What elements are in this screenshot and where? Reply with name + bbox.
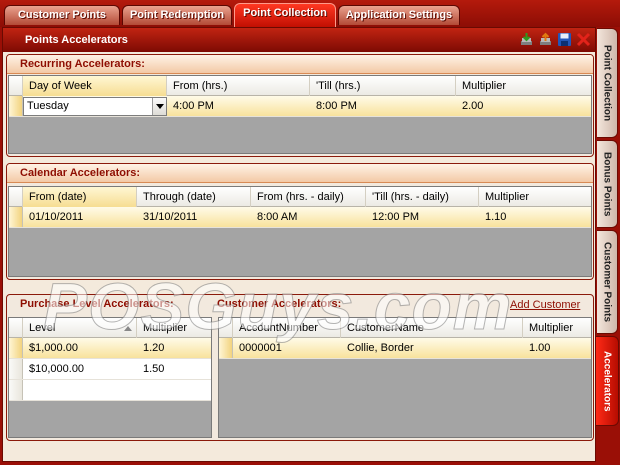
- side-tab-label: Accelerators: [601, 350, 613, 412]
- delete-icon[interactable]: [575, 31, 592, 48]
- calendar-accelerators-section: Calendar Accelerators: From (date) Throu…: [6, 163, 594, 280]
- sort-ascending-icon: [124, 318, 132, 338]
- row-header-corner: [9, 187, 23, 207]
- col-till-hrs-daily[interactable]: 'Till (hrs. - daily): [366, 187, 479, 207]
- panel-header: Points Accelerators: [3, 28, 595, 52]
- from-date-cell[interactable]: 01/10/2011: [23, 207, 137, 228]
- col-from-hrs[interactable]: From (hrs.): [167, 76, 310, 96]
- recurring-grid: Day of Week From (hrs.) 'Till (hrs.) Mul…: [8, 75, 592, 154]
- customer-grid-header: AccountNumber CustomerName Multiplier: [219, 318, 591, 338]
- table-row[interactable]: $1,000.00 1.20: [9, 338, 211, 359]
- row-header-corner: [219, 318, 233, 338]
- side-tab-point-collection[interactable]: Point Collection: [597, 28, 618, 138]
- save-icon[interactable]: [556, 31, 573, 48]
- row-selector[interactable]: [9, 96, 23, 116]
- side-tab-label: Bonus Points: [601, 151, 613, 217]
- col-multiplier[interactable]: Multiplier: [137, 318, 211, 338]
- from-hrs-cell[interactable]: 4:00 PM: [167, 96, 310, 117]
- new-row[interactable]: [9, 380, 211, 401]
- top-tab-bar: Customer Points Point Redemption Point C…: [0, 0, 620, 27]
- side-tab-label: Point Collection: [601, 44, 613, 122]
- level-cell[interactable]: $1,000.00: [23, 338, 137, 359]
- purchase-grid: Level Multiplier $1,000.00 1.20 $10,000.…: [8, 317, 212, 438]
- multiplier-cell[interactable]: 1.50: [137, 359, 211, 380]
- row-selector[interactable]: [219, 338, 233, 358]
- recurring-grid-header: Day of Week From (hrs.) 'Till (hrs.) Mul…: [9, 76, 591, 96]
- customer-grid: AccountNumber CustomerName Multiplier 00…: [218, 317, 592, 438]
- col-till-hrs[interactable]: 'Till (hrs.): [310, 76, 456, 96]
- col-from-date[interactable]: From (date): [23, 187, 137, 207]
- recurring-accelerators-title: Recurring Accelerators:: [7, 55, 593, 74]
- day-of-week-dropdown[interactable]: Tuesday: [23, 97, 167, 116]
- col-level-label: Level: [29, 322, 56, 334]
- row-selector[interactable]: [9, 380, 23, 400]
- calendar-grid: From (date) Through (date) From (hrs. - …: [8, 186, 592, 277]
- row-selector[interactable]: [9, 207, 23, 227]
- tab-point-redemption[interactable]: Point Redemption: [122, 5, 232, 25]
- side-tab-customer-points[interactable]: Customer Points: [597, 230, 618, 334]
- tab-point-collection[interactable]: Point Collection: [234, 3, 336, 27]
- row-selector[interactable]: [9, 338, 23, 358]
- day-of-week-value: Tuesday: [27, 100, 69, 112]
- col-level[interactable]: Level: [23, 318, 137, 338]
- col-multiplier[interactable]: Multiplier: [523, 318, 591, 338]
- import-icon[interactable]: [518, 31, 535, 48]
- lower-accelerators-section: Purchase Level Accelerators: Customer Ac…: [6, 294, 594, 441]
- customer-name-cell[interactable]: Collie, Border: [341, 338, 523, 359]
- table-row[interactable]: Tuesday 4:00 PM 8:00 PM 2.00: [9, 96, 591, 117]
- col-multiplier[interactable]: Multiplier: [456, 76, 591, 96]
- col-through-date[interactable]: Through (date): [137, 187, 251, 207]
- tab-application-settings[interactable]: Application Settings: [338, 5, 460, 25]
- col-customer-name[interactable]: CustomerName: [341, 318, 523, 338]
- table-row[interactable]: 01/10/2011 31/10/2011 8:00 AM 12:00 PM 1…: [9, 207, 591, 228]
- level-cell[interactable]: $10,000.00: [23, 359, 137, 380]
- till-hrs-cell[interactable]: 8:00 PM: [310, 96, 456, 117]
- side-tab-label: Customer Points: [601, 241, 613, 322]
- table-row[interactable]: 0000001 Collie, Border 1.00: [219, 338, 591, 359]
- till-hrs-daily-cell[interactable]: 12:00 PM: [366, 207, 479, 228]
- col-from-hrs-daily[interactable]: From (hrs. - daily): [251, 187, 366, 207]
- through-date-cell[interactable]: 31/10/2011: [137, 207, 251, 228]
- purchase-accelerators-title: Purchase Level Accelerators:: [20, 298, 174, 310]
- calendar-accelerators-title: Calendar Accelerators:: [7, 164, 593, 183]
- recurring-accelerators-section: Recurring Accelerators: Day of Week From…: [6, 54, 594, 157]
- row-selector[interactable]: [9, 359, 23, 379]
- table-row[interactable]: $10,000.00 1.50: [9, 359, 211, 380]
- multiplier-cell[interactable]: 1.20: [137, 338, 211, 359]
- account-number-cell[interactable]: 0000001: [233, 338, 341, 359]
- multiplier-cell[interactable]: 1.10: [479, 207, 591, 228]
- accelerators-panel: Points Accelerators Recurring Accelerato…: [2, 27, 596, 462]
- side-tab-bonus-points[interactable]: Bonus Points: [597, 140, 618, 228]
- row-header-corner: [9, 76, 23, 96]
- col-day-of-week[interactable]: Day of Week: [23, 76, 167, 96]
- from-hrs-daily-cell[interactable]: 8:00 AM: [251, 207, 366, 228]
- row-header-corner: [9, 318, 23, 338]
- side-tab-accelerators[interactable]: Accelerators: [596, 336, 619, 426]
- col-multiplier[interactable]: Multiplier: [479, 187, 591, 207]
- customer-accelerators-title: Customer Accelerators:: [217, 298, 342, 310]
- export-icon[interactable]: [537, 31, 554, 48]
- multiplier-cell[interactable]: 2.00: [456, 96, 591, 117]
- calendar-grid-header: From (date) Through (date) From (hrs. - …: [9, 187, 591, 207]
- col-account-number[interactable]: AccountNumber: [233, 318, 341, 338]
- add-customer-link[interactable]: Add Customer: [510, 299, 580, 311]
- multiplier-cell[interactable]: 1.00: [523, 338, 591, 359]
- panel-title: Points Accelerators: [25, 34, 128, 46]
- chevron-down-icon[interactable]: [152, 98, 166, 115]
- panel-toolbar: [518, 31, 592, 48]
- tab-customer-points[interactable]: Customer Points: [4, 5, 120, 25]
- purchase-grid-header: Level Multiplier: [9, 318, 211, 338]
